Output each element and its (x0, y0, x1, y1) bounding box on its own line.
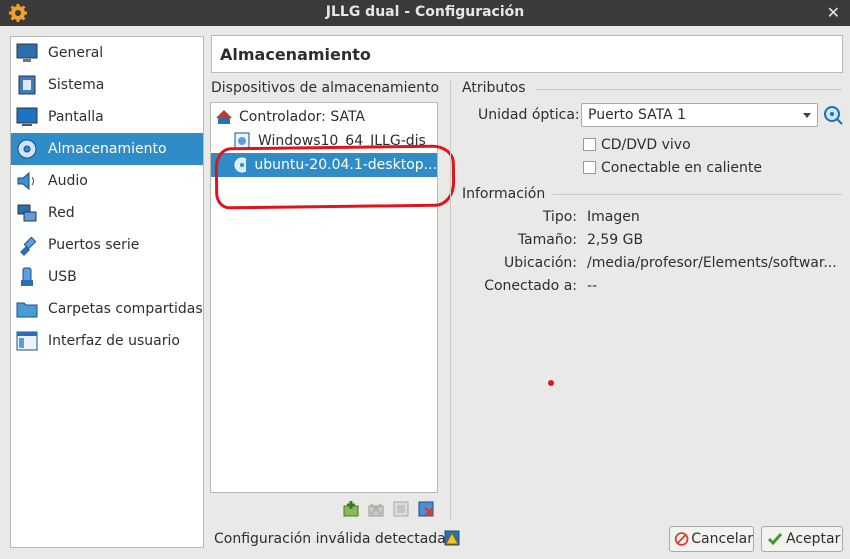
sidebar-item-audio[interactable]: Audio (11, 165, 203, 197)
network-icon (15, 201, 39, 225)
information-divider (553, 194, 842, 195)
optical-drive-value: Puerto SATA 1 (588, 107, 686, 123)
disc-icon (15, 137, 39, 161)
page-header: Almacenamiento (211, 35, 843, 73)
sidebar-item-interfaz-de-usuario[interactable]: Interfaz de usuario (11, 325, 203, 357)
chevron-down-icon (803, 113, 811, 118)
cancel-button[interactable]: Cancelar (669, 526, 754, 552)
window-icon (15, 329, 39, 353)
live-cd-label: CD/DVD vivo (601, 137, 691, 153)
accept-label: Aceptar (786, 531, 841, 547)
sidebar-item-label: Interfaz de usuario (48, 333, 180, 349)
cancel-icon (674, 532, 689, 546)
sidebar-item-label: Puertos serie (48, 237, 140, 253)
sidebar-item-sistema[interactable]: Sistema (11, 69, 203, 101)
size-label: Tamaño: (517, 232, 577, 248)
settings-sidebar: General Sistema Pantalla Almacenamiento … (10, 36, 204, 548)
sidebar-item-label: Pantalla (48, 109, 104, 125)
monitor-icon (15, 41, 39, 65)
usb-icon (15, 265, 39, 289)
type-label: Tipo: (542, 209, 577, 225)
cancel-label: Cancelar (691, 531, 753, 547)
add-attachment-icon[interactable] (342, 500, 360, 518)
speaker-icon (15, 169, 39, 193)
information-section-title: Información (462, 186, 546, 202)
page-title: Almacenamiento (220, 45, 371, 64)
chip-icon (15, 73, 39, 97)
sidebar-item-label: General (48, 45, 104, 61)
warning-icon[interactable] (444, 530, 460, 546)
attached-label: Conectado a: (484, 278, 577, 294)
sidebar-item-label: Red (48, 205, 75, 221)
tree-controller-sata[interactable]: Controlador: SATA (211, 105, 437, 129)
plug-icon (15, 233, 39, 257)
hot-plug-checkbox[interactable] (583, 161, 596, 174)
attributes-divider (536, 89, 842, 90)
close-icon[interactable]: ✕ (827, 3, 840, 22)
remove-controller-icon[interactable] (417, 500, 435, 518)
size-value: 2,59 GB (587, 232, 644, 248)
sidebar-item-carpetas-compartidas[interactable]: Carpetas compartidas (11, 293, 203, 325)
choose-disk-icon[interactable] (823, 105, 843, 125)
sidebar-item-almacenamiento[interactable]: Almacenamiento (11, 133, 203, 165)
check-icon (767, 533, 783, 546)
controller-label: Controlador: SATA (239, 109, 365, 125)
location-label: Ubicación: (503, 255, 577, 271)
sidebar-item-usb[interactable]: USB (11, 261, 203, 293)
sidebar-item-label: Carpetas compartidas (48, 301, 203, 317)
remove-attachment-icon[interactable] (367, 500, 385, 518)
optical-drive-label: Unidad óptica: (478, 107, 580, 123)
hot-plug-label: Conectable en caliente (601, 160, 763, 176)
sidebar-item-label: Sistema (48, 77, 105, 93)
invalid-config-status: Configuración inválida detectada (214, 531, 446, 547)
folder-icon (15, 297, 39, 321)
window-title: JLLG dual - Configuración (325, 4, 525, 20)
panel-separator (450, 80, 451, 520)
red-annotation-outline (214, 144, 456, 210)
add-controller-icon[interactable] (392, 500, 410, 518)
storage-devices-label: Dispositivos de almacenamiento (211, 80, 440, 96)
accept-button[interactable]: Aceptar (761, 526, 843, 552)
live-cd-checkbox[interactable] (583, 138, 596, 151)
sidebar-item-general[interactable]: General (11, 37, 203, 69)
type-value: Imagen (587, 209, 640, 225)
location-value: /media/profesor/Elements/softwar... (587, 255, 837, 271)
sidebar-item-red[interactable]: Red (11, 197, 203, 229)
sidebar-item-label: Audio (48, 173, 88, 189)
sidebar-item-puertos-serie[interactable]: Puertos serie (11, 229, 203, 261)
title-bar: JLLG dual - Configuración ✕ (0, 0, 850, 26)
optical-drive-select[interactable]: Puerto SATA 1 (581, 103, 818, 127)
controller-icon (216, 110, 232, 124)
sidebar-item-label: Almacenamiento (48, 141, 167, 157)
sidebar-item-pantalla[interactable]: Pantalla (11, 101, 203, 133)
attributes-section-title: Atributos (462, 80, 526, 96)
display-icon (15, 105, 39, 129)
sidebar-item-label: USB (48, 269, 77, 285)
attached-value: -- (587, 278, 598, 294)
red-marker-dot (548, 380, 554, 386)
